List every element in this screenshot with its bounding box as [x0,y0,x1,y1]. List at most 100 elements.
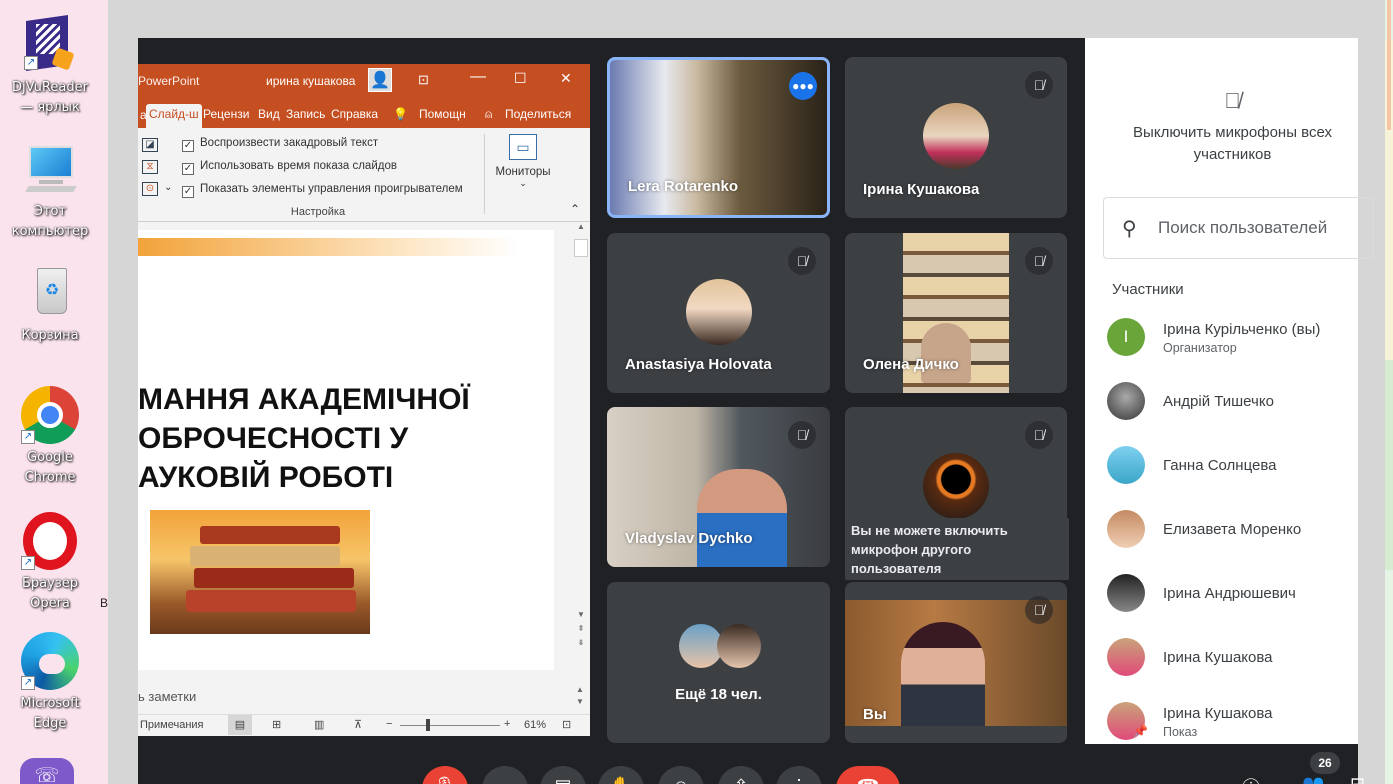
lightbulb-icon[interactable]: 💡 [390,104,411,128]
tab-assistant[interactable]: Помощн [416,104,469,128]
notes-placeholder: ь заметки [138,689,197,704]
desktop-icon-label: Корзина [21,328,79,343]
maximize-icon[interactable]: ☐ [514,70,527,87]
chrome-icon: ↗ [21,386,79,444]
activities-icon[interactable]: ⊟ [1350,774,1365,784]
search-input[interactable]: Поиск пользователей [1158,218,1327,238]
zoom-in-icon[interactable]: + [504,718,510,730]
mute-all-label: Выключить микрофоны всех участников [1133,124,1332,163]
participants-panel: 🎙̸ Выключить микрофоны всех участников ⚲… [1085,38,1373,744]
avatar [923,453,989,519]
user-avatar-icon[interactable]: 👤 [368,68,392,92]
avatar [1107,382,1145,420]
mic-off-icon: 🎙̸ [1025,421,1053,449]
avatar [1107,638,1145,676]
normal-view-icon[interactable]: ▤ [228,715,252,735]
participant-row[interactable]: Андрій Тишечко [1085,372,1358,432]
zoom-level[interactable]: 61% [524,719,546,731]
tab-record[interactable]: Запись [283,104,328,128]
ppt-user-name: ирина кушакова [266,74,356,88]
fit-slide-icon[interactable]: ⊡ [562,718,571,731]
monitors-button[interactable]: ▭ Мониторы ⌄ [488,132,558,202]
participant-tile[interactable]: 🎙̸ Олена Дичко [845,233,1067,393]
avatar [717,624,761,668]
participant-name: Олена Дичко [863,356,959,373]
ribbon-group-label: Настройка [290,206,346,218]
mute-all-button[interactable]: 🎙̸ Выключить микрофоны всех участников [1085,88,1380,166]
opera-icon: ↗ [21,512,79,570]
desktop-icon-label: Браузер Opera [22,576,78,611]
slide-top-bar [138,238,518,256]
search-box[interactable]: ⚲ Поиск пользователей [1103,197,1373,259]
vertical-scrollbar[interactable]: ▲ ▼ ⇞ ⇟ [572,222,590,682]
captions-button[interactable]: ▤ [540,766,586,784]
djvu-reader-icon: ↗ [24,14,76,71]
zoom-out-icon[interactable]: − [386,718,392,730]
tab-slideshow[interactable]: Слайд-ш [146,104,202,128]
end-call-button[interactable]: ☎ [836,766,900,784]
minimize-icon[interactable]: — [470,68,486,86]
reading-view-icon[interactable]: ▥ [314,718,324,731]
participant-name: Вы [863,706,887,723]
emoji-button[interactable]: ☺ [658,766,704,784]
participant-row[interactable]: Ганна Солнцева [1085,436,1358,496]
desktop-icon-chrome[interactable]: ↗ Google Chrome [0,386,100,488]
option-timings[interactable]: ✓ Использовать время показа слайдов [182,157,397,175]
participant-row[interactable]: 📌 Ірина Кушакова Показ [1085,692,1358,752]
participant-tile[interactable]: 🎙̸ Vladyslav Dychko [607,407,830,567]
mic-off-icon: 🎙̸ [1025,247,1053,275]
present-button[interactable]: ⇧ [718,766,764,784]
tab-help[interactable]: Справка [328,104,381,128]
mic-toggle-button[interactable]: 🎙 [422,766,468,784]
desktop-icon-computer[interactable]: Этот компьютер [0,140,100,242]
collapse-ribbon-icon[interactable]: ⌃ [570,202,580,216]
slide-sorter-icon[interactable]: ⊞ [272,718,281,731]
info-icon[interactable]: ⓘ [1242,774,1260,784]
notes-toggle[interactable]: Примечания [140,719,204,731]
desktop-icon-opera[interactable]: ↗ Браузер Opera [0,512,100,614]
avatar [686,279,752,345]
desktop-icon-recycle-bin[interactable]: ♻ Корзина [0,264,100,346]
option-media-controls[interactable]: ✓ Показать элементы управления проигрыват… [182,180,463,198]
participant-row[interactable]: Ірина Кушакова [1085,628,1358,688]
share-button[interactable]: Поделиться [502,104,574,128]
avatar [1107,510,1145,548]
checkbox-checked[interactable]: ✓ [182,163,194,175]
mic-off-icon: 🎙̸ [1025,596,1053,624]
checkbox-checked[interactable]: ✓ [182,140,194,152]
option-narration[interactable]: ✓ Воспроизвести закадровый текст [182,134,378,152]
chevron-down-icon[interactable]: ⌄ [164,182,172,193]
participant-tile[interactable]: 🎙̸ Ірина Кушакова [845,57,1067,218]
books-image [150,510,370,634]
participant-tile[interactable]: 🎙̸ Anastasiya Holovata [607,233,830,393]
desktop-icon-edge[interactable]: ↗ Microsoft Edge [0,632,100,734]
viber-icon[interactable]: ☏ [20,758,74,784]
video-feed-person [697,469,787,567]
zoom-slider[interactable] [400,719,500,731]
more-options-button[interactable]: ⋮ [776,766,822,784]
self-tile[interactable]: 🎙̸ Вы [845,582,1067,743]
close-icon[interactable]: ✕ [560,70,572,87]
tab-view[interactable]: Вид [255,104,283,128]
section-heading: Участники [1112,281,1184,298]
participant-row[interactable]: Елизавета Моренко [1085,500,1358,560]
slideshow-view-icon[interactable]: ⊼ [354,718,362,731]
raise-hand-button[interactable]: ✋ [598,766,644,784]
checkbox-checked[interactable]: ✓ [182,186,194,198]
participant-count-badge: 26 [1310,752,1340,774]
notes-pane[interactable]: ь заметки ▲ ▼ [138,682,590,712]
option-label: Показать элементы управления проигрывате… [200,183,463,195]
stray-glyph: B [100,596,109,610]
tab-review[interactable]: Рецензи [200,104,252,128]
more-participants-tile[interactable]: Ещё 18 чел. [607,582,830,743]
participant-row[interactable]: I Ірина Курільченко (вы) Организатор [1085,308,1358,368]
people-icon[interactable]: 👥 [1302,774,1324,784]
participant-tile[interactable]: ●●● Lera Rotarenko [607,57,830,218]
slide-canvas[interactable]: МАННЯ АКАДЕМІЧНОЇ ОБРОЧЕСНОСТІ У АУКОВІЙ… [138,230,554,670]
ribbon-display-icon[interactable]: ⊡ [418,72,429,88]
camera-toggle-button[interactable]: ▭ [482,766,528,784]
participant-row[interactable]: Ірина Андрюшевич [1085,564,1358,624]
share-icon[interactable]: ⍝ [482,104,495,128]
desktop-icon-djvureader[interactable]: ↗ DjVuReader — ярлык [0,14,100,118]
desktop-icon-label: Этот компьютер [11,204,89,239]
